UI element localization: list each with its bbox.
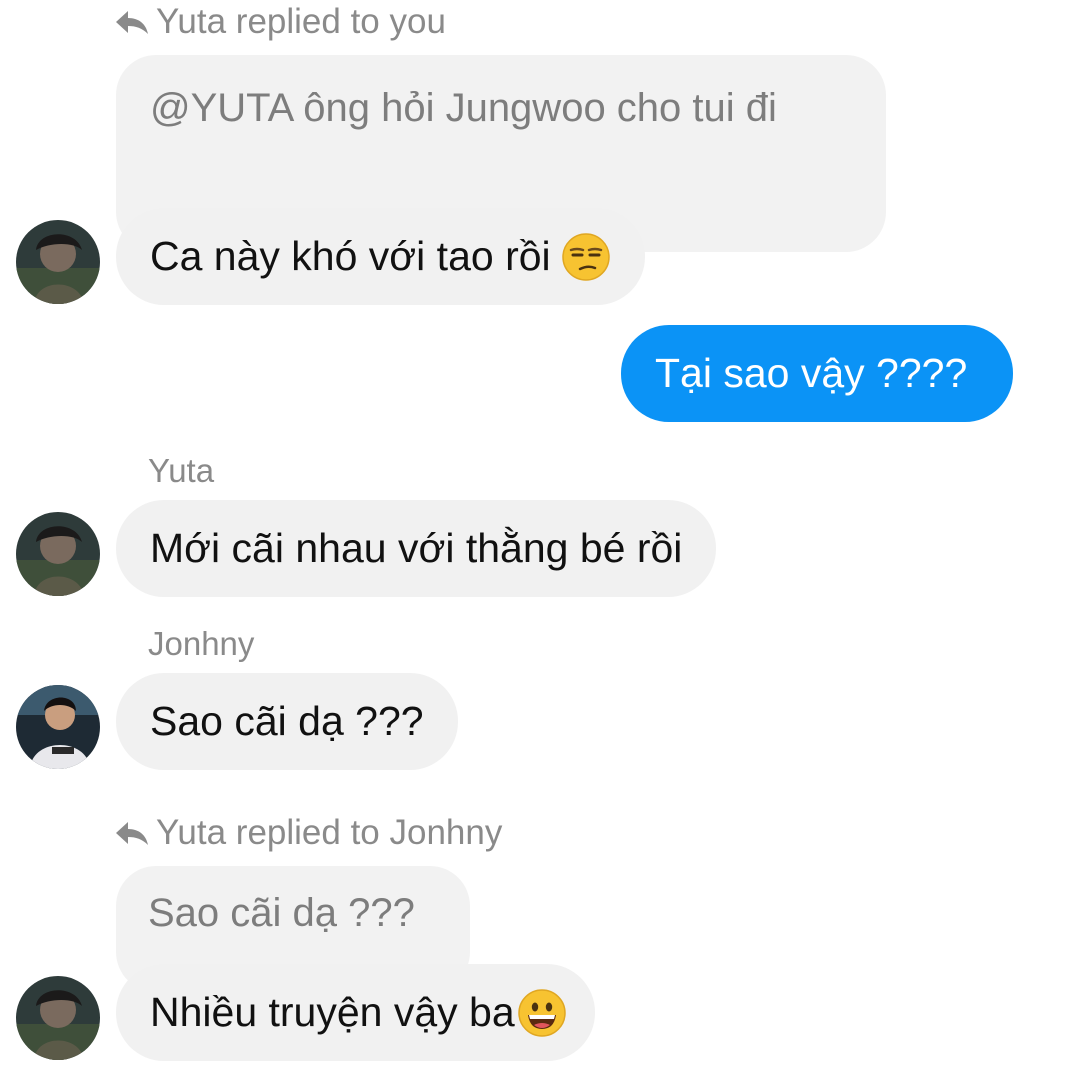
message-text: Ca này khó với tao rồi [150, 233, 551, 279]
avatar-jonhny[interactable] [16, 685, 100, 769]
avatar-jonhny-image [16, 685, 100, 769]
reply-arrow-icon [116, 11, 148, 34]
message-text: Nhiều truyện vậy ba [150, 989, 515, 1035]
message-bubble-received[interactable]: Mới cãi nhau với thằng bé rồi [116, 500, 717, 597]
avatar-yuta-image [16, 976, 100, 1060]
avatar-yuta[interactable] [16, 976, 100, 1060]
message-text: Sao cãi dạ ??? [150, 698, 424, 744]
reply-meta-label: Yuta replied to you [156, 2, 446, 41]
message-text: Mới cãi nhau với thằng bé rồi [150, 525, 683, 571]
reply-meta-yuta-to-jonhny: Yuta replied to Jonhny [114, 813, 502, 853]
message-bubble-received[interactable]: Sao cãi dạ ??? [116, 673, 458, 770]
avatar-yuta[interactable] [16, 220, 100, 304]
message-bubble-received[interactable]: Ca này khó với tao rồi [116, 208, 645, 305]
reply-meta-yuta-to-you: Yuta replied to you [114, 2, 446, 42]
reply-meta-label: Yuta replied to Jonhny [156, 813, 503, 852]
quoted-message-text: @YUTA ông hỏi Jungwoo cho tui đi [150, 86, 777, 130]
unamused-face-emoji [561, 232, 611, 282]
quoted-message-text: Sao cãi dạ ??? [148, 891, 415, 935]
grinning-face-emoji [517, 988, 567, 1038]
message-text: Tại sao vậy ???? [655, 350, 968, 396]
message-bubble-received[interactable]: Nhiều truyện vậy ba [116, 964, 595, 1061]
sender-name-jonhny: Jonhny [148, 625, 255, 662]
avatar-yuta[interactable] [16, 512, 100, 596]
message-bubble-sent[interactable]: Tại sao vậy ???? [621, 325, 1013, 422]
sender-name-yuta: Yuta [148, 452, 215, 489]
avatar-yuta-image [16, 220, 100, 304]
reply-arrow-icon [116, 822, 148, 845]
avatar-yuta-image [16, 512, 100, 596]
